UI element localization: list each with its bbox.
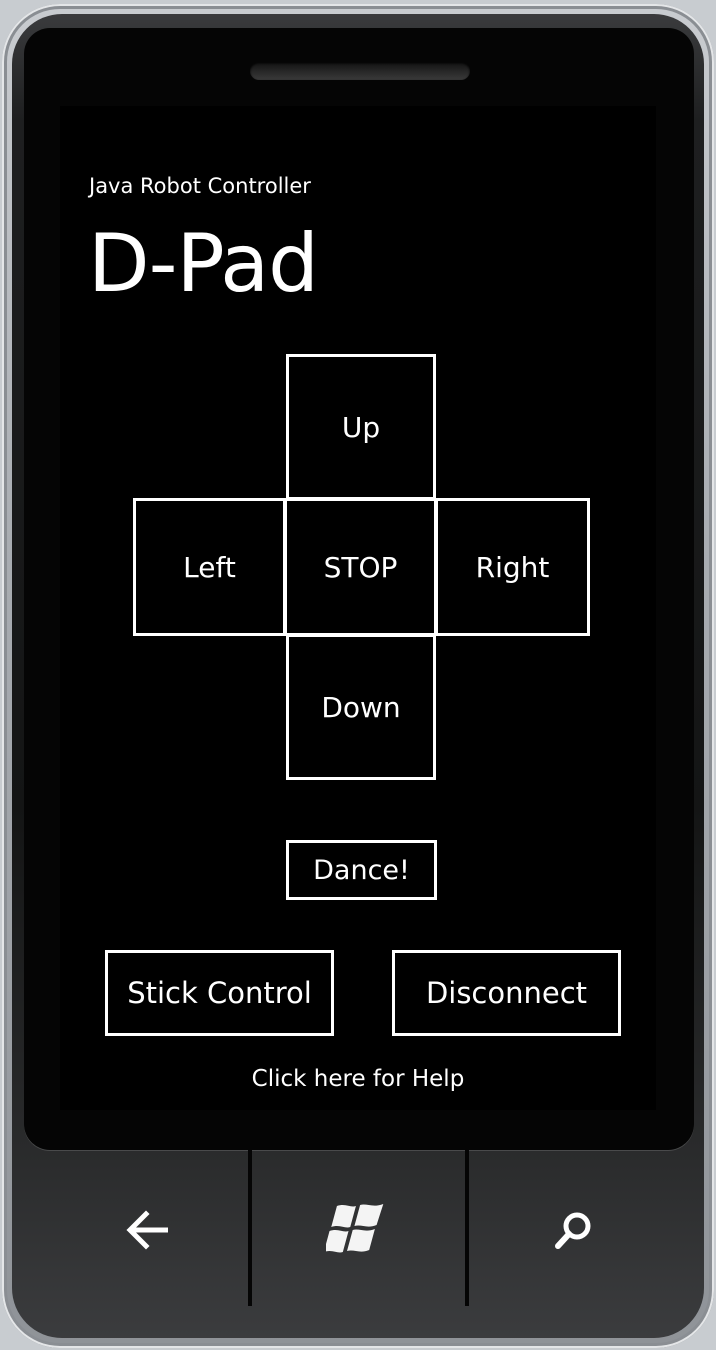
page-title: D-Pad bbox=[88, 217, 319, 310]
stick-control-label: Stick Control bbox=[127, 976, 312, 1010]
search-icon bbox=[555, 1212, 591, 1249]
disconnect-button[interactable]: Disconnect bbox=[392, 950, 621, 1036]
dpad-stop-label: STOP bbox=[323, 550, 398, 584]
stick-control-button[interactable]: Stick Control bbox=[105, 950, 334, 1036]
app-screen: Java Robot Controller D-Pad Up Left STOP… bbox=[60, 106, 656, 1110]
dance-label: Dance! bbox=[313, 854, 410, 886]
disconnect-label: Disconnect bbox=[425, 976, 588, 1010]
back-arrow-icon bbox=[126, 1210, 168, 1250]
dpad-up-label: Up bbox=[341, 410, 381, 444]
dpad-right-button[interactable]: Right bbox=[435, 498, 590, 636]
help-link[interactable]: Click here for Help bbox=[60, 1066, 656, 1092]
hardware-divider-left bbox=[248, 1150, 252, 1306]
start-button[interactable] bbox=[318, 1190, 398, 1270]
dpad-right-label: Right bbox=[475, 550, 550, 584]
back-button[interactable] bbox=[108, 1190, 188, 1270]
dpad-up-button[interactable]: Up bbox=[286, 354, 436, 500]
earpiece-speaker bbox=[250, 62, 470, 80]
dpad-left-button[interactable]: Left bbox=[133, 498, 286, 636]
dpad-down-label: Down bbox=[321, 690, 401, 724]
hardware-divider-right bbox=[465, 1150, 469, 1306]
dpad-stop-button[interactable]: STOP bbox=[284, 498, 437, 636]
app-title: Java Robot Controller bbox=[89, 174, 311, 198]
dpad-down-button[interactable]: Down bbox=[286, 634, 436, 780]
dance-button[interactable]: Dance! bbox=[286, 840, 437, 900]
windows-logo-icon bbox=[326, 1204, 384, 1253]
dpad-left-label: Left bbox=[183, 550, 236, 584]
search-button[interactable] bbox=[534, 1190, 614, 1270]
